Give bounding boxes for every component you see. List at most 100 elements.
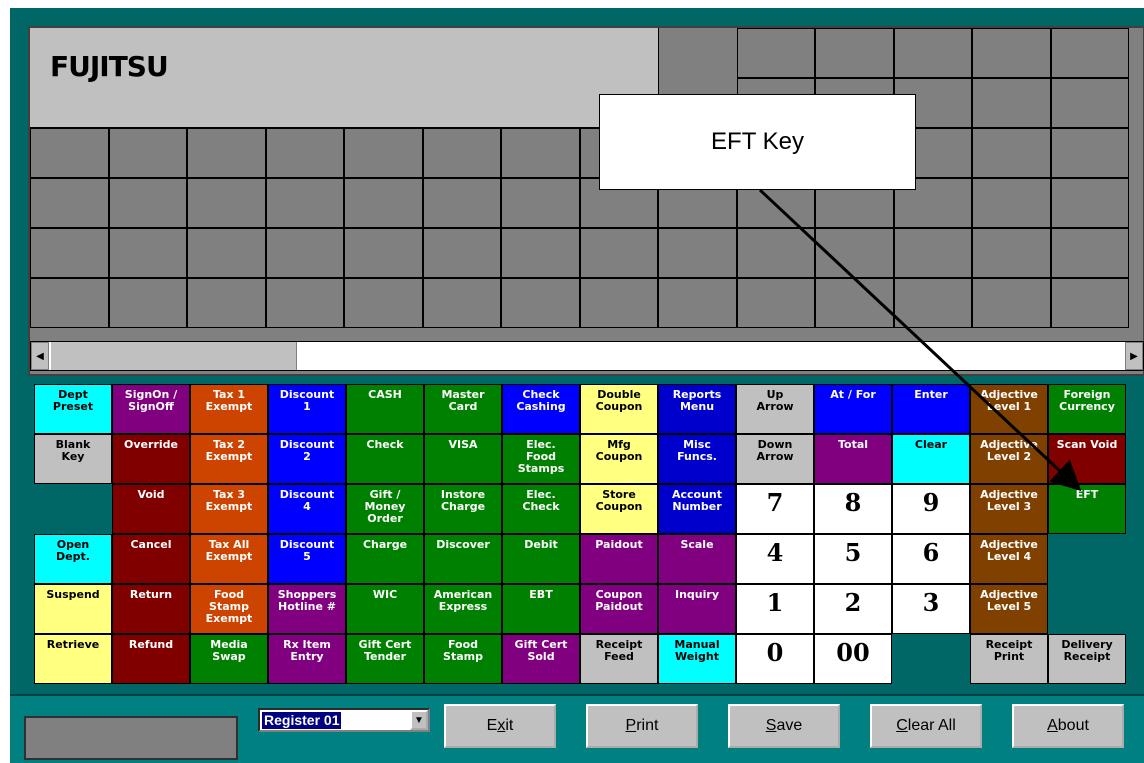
- key-media-swap[interactable]: Media Swap: [190, 634, 268, 684]
- display-grid-cell[interactable]: [658, 228, 737, 278]
- display-grid-cell[interactable]: [30, 228, 109, 278]
- key-return[interactable]: Return: [112, 584, 190, 634]
- display-grid-cell[interactable]: [108, 228, 187, 278]
- display-grid-cell[interactable]: [1050, 228, 1129, 278]
- key-7[interactable]: 7: [736, 484, 814, 534]
- display-grid-cell[interactable]: [736, 28, 815, 78]
- key-discount5[interactable]: Discount 5: [268, 534, 346, 584]
- key-adjective-level3[interactable]: Adjective Level 3: [970, 484, 1048, 534]
- display-grid-cell[interactable]: [187, 228, 266, 278]
- key-tax2-exempt[interactable]: Tax 2 Exempt: [190, 434, 268, 484]
- key-inquiry[interactable]: Inquiry: [658, 584, 736, 634]
- key-double-coupon[interactable]: Double Coupon: [580, 384, 658, 434]
- key-suspend[interactable]: Suspend: [34, 584, 112, 634]
- key-american-express[interactable]: American Express: [424, 584, 502, 634]
- scroll-thumb[interactable]: [51, 342, 297, 370]
- display-grid-cell[interactable]: [187, 128, 266, 178]
- key-refund[interactable]: Refund: [112, 634, 190, 684]
- display-grid-cell[interactable]: [501, 278, 580, 328]
- key-adjective-level5[interactable]: Adjective Level 5: [970, 584, 1048, 634]
- display-grid-cell[interactable]: [972, 178, 1051, 228]
- key-discount1[interactable]: Discount 1: [268, 384, 346, 434]
- key-discover[interactable]: Discover: [424, 534, 502, 584]
- display-grid-cell[interactable]: [893, 278, 972, 328]
- display-grid-cell[interactable]: [1050, 78, 1129, 128]
- key-void[interactable]: Void: [112, 484, 190, 534]
- key-0[interactable]: 0: [736, 634, 814, 684]
- display-grid-cell[interactable]: [265, 228, 344, 278]
- key-elec-food-stamps[interactable]: Elec. Food Stamps: [502, 434, 580, 484]
- key-gift-cert-tender[interactable]: Gift Cert Tender: [346, 634, 424, 684]
- key-signon[interactable]: SignOn / SignOff: [112, 384, 190, 434]
- display-grid-cell[interactable]: [893, 28, 972, 78]
- display-grid-cell[interactable]: [344, 128, 423, 178]
- about-button[interactable]: About: [1012, 704, 1124, 748]
- display-grid-cell[interactable]: [422, 278, 501, 328]
- display-grid-cell[interactable]: [30, 278, 109, 328]
- display-grid-cell[interactable]: [815, 278, 894, 328]
- key-cash[interactable]: CASH: [346, 384, 424, 434]
- key-instore-charge[interactable]: Instore Charge: [424, 484, 502, 534]
- display-grid-cell[interactable]: [501, 178, 580, 228]
- print-button[interactable]: Print: [586, 704, 698, 748]
- display-grid-cell[interactable]: [658, 278, 737, 328]
- key-wic[interactable]: WIC: [346, 584, 424, 634]
- display-grid-cell[interactable]: [579, 228, 658, 278]
- key-store-coupon[interactable]: Store Coupon: [580, 484, 658, 534]
- display-grid-cell[interactable]: [1050, 28, 1129, 78]
- display-grid-cell[interactable]: [736, 278, 815, 328]
- key-gift-cert-sold[interactable]: Gift Cert Sold: [502, 634, 580, 684]
- scroll-left-icon[interactable]: ◀: [31, 342, 49, 370]
- display-grid-cell[interactable]: [108, 278, 187, 328]
- chevron-down-icon[interactable]: ▼: [410, 710, 428, 730]
- display-grid-cell[interactable]: [344, 228, 423, 278]
- clear-all-button[interactable]: Clear All: [870, 704, 982, 748]
- key-open-dept[interactable]: Open Dept.: [34, 534, 112, 584]
- key-reports-menu[interactable]: Reports Menu: [658, 384, 736, 434]
- display-grid-cell[interactable]: [422, 178, 501, 228]
- display-grid-cell[interactable]: [1050, 278, 1129, 328]
- key-receipt-print[interactable]: Receipt Print: [970, 634, 1048, 684]
- key-9[interactable]: 9: [892, 484, 970, 534]
- key-check[interactable]: Check: [346, 434, 424, 484]
- key-coupon-paidout[interactable]: Coupon Paidout: [580, 584, 658, 634]
- display-grid-cell[interactable]: [265, 128, 344, 178]
- key-account-number[interactable]: Account Number: [658, 484, 736, 534]
- key-discount2[interactable]: Discount 2: [268, 434, 346, 484]
- display-grid-cell[interactable]: [893, 228, 972, 278]
- display-grid-cell[interactable]: [972, 128, 1051, 178]
- exit-button[interactable]: Ex it: [444, 704, 556, 748]
- key-elec-check[interactable]: Elec. Check: [502, 484, 580, 534]
- key-master-card[interactable]: Master Card: [424, 384, 502, 434]
- display-grid-cell[interactable]: [815, 28, 894, 78]
- scroll-right-icon[interactable]: ▶: [1125, 342, 1143, 370]
- key-tax-all-exempt[interactable]: Tax All Exempt: [190, 534, 268, 584]
- key-food-stamp-exempt[interactable]: Food Stamp Exempt: [190, 584, 268, 634]
- key-at-for[interactable]: At / For: [814, 384, 892, 434]
- key-6[interactable]: 6: [892, 534, 970, 584]
- display-grid-cell[interactable]: [972, 228, 1051, 278]
- key-3[interactable]: 3: [892, 584, 970, 634]
- display-grid-cell[interactable]: [108, 178, 187, 228]
- key-cancel[interactable]: Cancel: [112, 534, 190, 584]
- display-grid-cell[interactable]: [265, 278, 344, 328]
- key-00[interactable]: 00: [814, 634, 892, 684]
- display-grid-cell[interactable]: [972, 78, 1051, 128]
- key-1[interactable]: 1: [736, 584, 814, 634]
- horizontal-scrollbar[interactable]: ◀ ▶: [30, 341, 1144, 371]
- key-tax1-exempt[interactable]: Tax 1 Exempt: [190, 384, 268, 434]
- key-override[interactable]: Override: [112, 434, 190, 484]
- key-up-arrow[interactable]: Up Arrow: [736, 384, 814, 434]
- key-adjective-level1[interactable]: Adjective Level 1: [970, 384, 1048, 434]
- display-grid-cell[interactable]: [501, 128, 580, 178]
- key-gift-money-order[interactable]: Gift / Money Order: [346, 484, 424, 534]
- display-grid-cell[interactable]: [579, 278, 658, 328]
- key-misc-funcs[interactable]: Misc Funcs.: [658, 434, 736, 484]
- key-dept-preset[interactable]: Dept Preset: [34, 384, 112, 434]
- display-grid-cell[interactable]: [1050, 128, 1129, 178]
- key-paidout[interactable]: Paidout: [580, 534, 658, 584]
- display-grid-cell[interactable]: [815, 228, 894, 278]
- key-foreign-currency[interactable]: Foreign Currency: [1048, 384, 1126, 434]
- key-check-cashing[interactable]: Check Cashing: [502, 384, 580, 434]
- display-grid-cell[interactable]: [265, 178, 344, 228]
